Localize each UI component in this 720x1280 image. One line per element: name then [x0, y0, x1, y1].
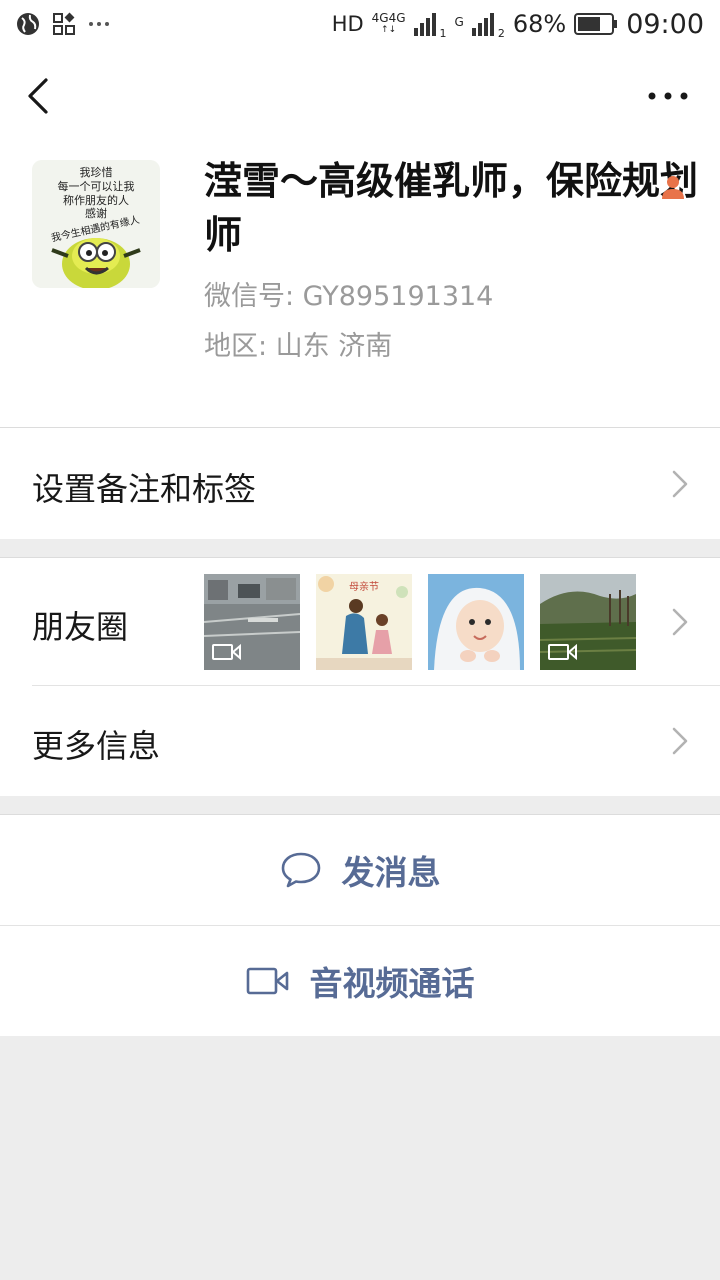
sim2-network-label: G	[454, 14, 464, 29]
moments-thumbnails: 母亲节	[204, 574, 636, 670]
sim2-index: 2	[497, 26, 505, 40]
moments-thumb-baby	[428, 574, 524, 670]
video-camera-icon	[548, 643, 577, 661]
wechat-id[interactable]: 微信号: GY895191314	[204, 274, 493, 313]
status-left	[16, 12, 110, 36]
moments-thumb-landscape	[540, 574, 636, 670]
more-info-label: 更多信息	[32, 727, 161, 765]
moments-thumb-illustration: 母亲节	[316, 574, 412, 670]
set-remark-label: 设置备注和标签	[32, 470, 257, 508]
globe-icon	[17, 13, 39, 35]
sim1-network-label: 4G4G ↑↓	[371, 11, 406, 35]
person-icon	[662, 176, 684, 199]
more-options-button[interactable]	[646, 78, 690, 114]
hd-label: HD	[331, 12, 364, 36]
signal-sim1-icon	[413, 13, 436, 36]
chevron-right-icon	[672, 727, 688, 755]
chat-bubble-icon	[281, 852, 320, 888]
video-call-button[interactable]: 音视频通话	[0, 925, 720, 1036]
row-divider	[0, 925, 720, 926]
profile-name: 滢雪～高级催乳师，保险规划师	[204, 154, 704, 262]
moments-row[interactable]: 朋友圈 母亲节	[0, 557, 720, 685]
sim1-index: 1	[439, 26, 447, 40]
back-button[interactable]	[20, 72, 60, 120]
signal-sim2-icon	[471, 13, 494, 36]
more-dots-icon	[648, 92, 688, 100]
send-message-label: 发消息	[341, 853, 441, 892]
set-remark-row[interactable]: 设置备注和标签	[0, 428, 720, 539]
apps-icon	[53, 12, 75, 35]
status-right: HD 4G4G ↑↓ 1 G 2 68% 09:00	[332, 9, 704, 40]
avatar-text-1: 我珍惜	[80, 165, 113, 179]
chevron-right-icon	[672, 470, 688, 498]
profile-header: 我珍惜 每一个可以让我 称作朋友的人 感谢 我今生相遇的有缘人 滢雪～高级催乳师…	[0, 48, 720, 428]
region: 地区: 山东 济南	[204, 331, 393, 362]
battery-icon	[574, 13, 618, 35]
clock: 09:00	[626, 8, 704, 40]
profile-name-text: 滢雪～高级催乳师，保险规划师	[204, 159, 699, 257]
avatar-image: 我珍惜 每一个可以让我 称作朋友的人 感谢 我今生相遇的有缘人	[32, 160, 160, 288]
avatar[interactable]: 我珍惜 每一个可以让我 称作朋友的人 感谢 我今生相遇的有缘人	[32, 160, 160, 288]
video-call-label: 音视频通话	[309, 963, 475, 1003]
more-notifications-icon	[89, 22, 109, 26]
status-bar: HD 4G4G ↑↓ 1 G 2 68% 09:00	[0, 0, 720, 48]
moments-label: 朋友圈	[32, 608, 129, 646]
avatar-text-2: 每一个可以让我	[58, 179, 135, 193]
chevron-left-icon	[28, 78, 48, 114]
svg-text:母亲节: 母亲节	[349, 580, 379, 593]
video-camera-icon	[212, 643, 241, 661]
send-message-button[interactable]: 发消息	[0, 814, 720, 925]
row-divider	[32, 685, 720, 686]
avatar-text-4: 感谢	[85, 206, 107, 220]
moments-thumb-street	[204, 574, 300, 670]
chevron-right-icon	[672, 608, 688, 636]
battery-percent: 68%	[512, 10, 567, 38]
video-camera-icon	[246, 967, 288, 994]
avatar-text-3: 称作朋友的人	[63, 193, 129, 207]
more-info-row[interactable]: 更多信息	[0, 685, 720, 796]
